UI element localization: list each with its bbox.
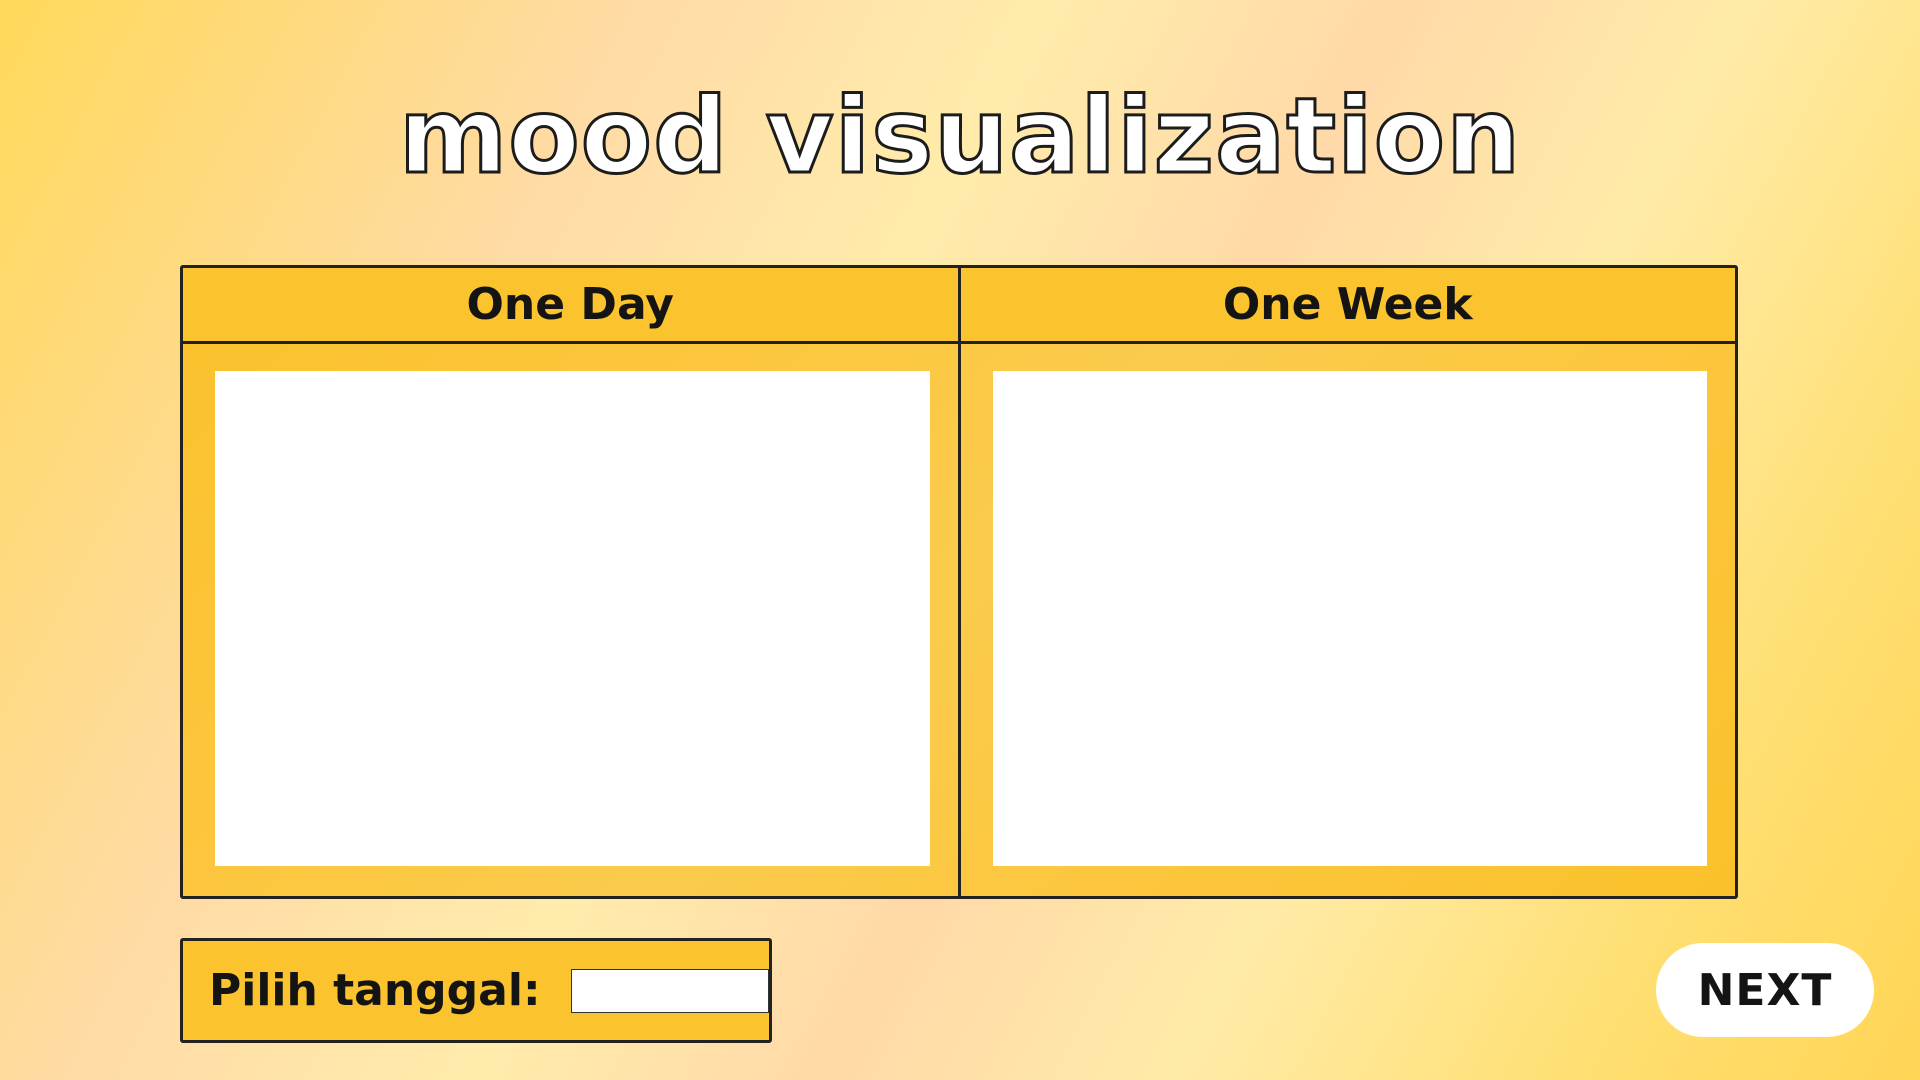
one-day-panel: One Day xyxy=(183,268,958,896)
one-week-panel-header: One Week xyxy=(960,268,1735,344)
one-day-panel-header: One Day xyxy=(183,268,958,344)
date-picker-label: Pilih tanggal: xyxy=(209,965,541,1016)
one-day-panel-body xyxy=(183,344,958,896)
one-week-chart-area xyxy=(992,371,1707,866)
one-week-panel-body xyxy=(961,344,1736,896)
date-picker-box: Pilih tanggal: xyxy=(180,938,772,1043)
next-button[interactable]: NEXT xyxy=(1656,943,1874,1037)
date-input[interactable] xyxy=(570,968,769,1013)
one-day-chart-area xyxy=(215,371,930,866)
visualization-panels: One Day One Week xyxy=(180,265,1738,899)
one-week-panel: One Week xyxy=(957,268,1736,896)
page-title: mood visualization xyxy=(397,75,1522,198)
